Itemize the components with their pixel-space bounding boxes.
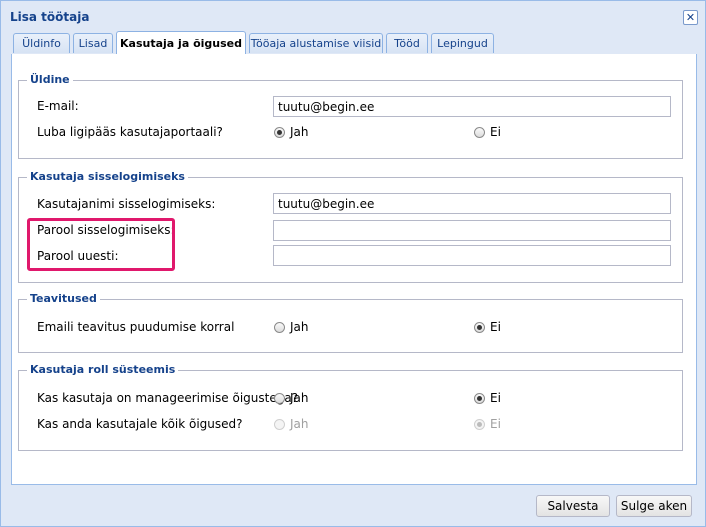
absence-notification-no-label: Ei xyxy=(490,320,501,334)
dialog-title: Lisa töötaja xyxy=(10,10,90,24)
password-repeat-field[interactable] xyxy=(273,245,671,266)
general-fieldset: Üldine xyxy=(18,73,683,159)
portal-access-no-label: Ei xyxy=(490,125,501,139)
portal-access-yes-label: Jah xyxy=(290,125,309,139)
absence-notification-yes-radio[interactable] xyxy=(274,322,285,333)
absence-notification-label: Emaili teavitus puudumise korral xyxy=(37,320,235,334)
close-icon[interactable]: ✕ xyxy=(683,10,698,25)
save-button[interactable]: Salvesta xyxy=(536,495,610,517)
password-highlight-box xyxy=(27,218,175,271)
absence-notification-no-radio[interactable] xyxy=(474,322,485,333)
portal-access-label: Luba ligipääs kasutajaportaali? xyxy=(37,125,223,139)
username-field[interactable] xyxy=(273,193,671,214)
all-rights-no-label: Ei xyxy=(490,417,501,431)
manager-rights-yes-label: Jah xyxy=(290,391,309,405)
manager-rights-yes-radio[interactable] xyxy=(274,393,285,404)
all-rights-no-radio xyxy=(474,419,485,430)
manager-rights-label: Kas kasutaja on manageerimise õigustega? xyxy=(37,391,299,405)
password-field[interactable] xyxy=(273,220,671,241)
role-fieldset: Kasutaja roll süsteemis xyxy=(18,363,683,451)
tab-user-and-rights[interactable]: Kasutaja ja õigused xyxy=(116,31,246,55)
all-rights-yes-label: Jah xyxy=(290,417,309,431)
tab-jobs[interactable]: Tööd xyxy=(386,33,428,53)
all-rights-label: Kas anda kasutajale kõik õigused? xyxy=(37,417,243,431)
general-legend: Üldine xyxy=(27,73,73,86)
portal-access-yes-radio[interactable] xyxy=(274,127,285,138)
manager-rights-no-label: Ei xyxy=(490,391,501,405)
portal-access-no-radio[interactable] xyxy=(474,127,485,138)
notifications-legend: Teavitused xyxy=(27,292,100,305)
email-field[interactable] xyxy=(273,96,671,117)
all-rights-yes-radio xyxy=(274,419,285,430)
absence-notification-yes-label: Jah xyxy=(290,320,309,334)
username-label: Kasutajanimi sisselogimiseks: xyxy=(37,197,216,211)
close-window-button[interactable]: Sulge aken xyxy=(616,495,692,517)
tab-contracts[interactable]: Lepingud xyxy=(431,33,494,53)
dialog-titlebar[interactable]: Lisa töötaja ✕ xyxy=(1,1,705,31)
add-employee-dialog: Lisa töötaja ✕ Üldinfo Lisad Kasutaja ja… xyxy=(0,0,706,527)
email-label: E-mail: xyxy=(37,99,79,113)
login-legend: Kasutaja sisselogimiseks xyxy=(27,170,188,183)
tab-bar: Üldinfo Lisad Kasutaja ja õigused Tööaja… xyxy=(11,31,696,55)
tab-work-start-methods[interactable]: Tööaja alustamise viisid xyxy=(249,33,383,53)
role-legend: Kasutaja roll süsteemis xyxy=(27,363,179,376)
manager-rights-no-radio[interactable] xyxy=(474,393,485,404)
tab-attachments[interactable]: Lisad xyxy=(73,33,113,53)
tab-general-info[interactable]: Üldinfo xyxy=(13,33,70,53)
